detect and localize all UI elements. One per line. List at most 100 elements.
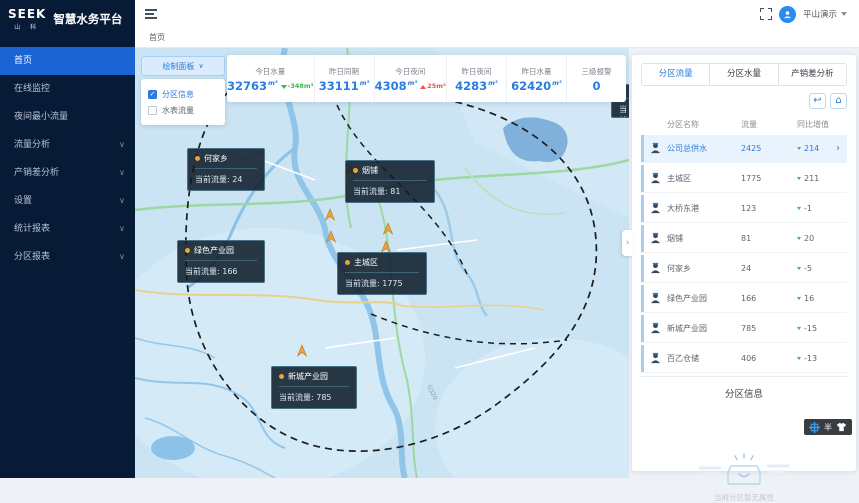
brand-name: SEEK <box>8 7 46 21</box>
partition-delta: -5 <box>804 264 812 273</box>
table-row[interactable]: 大桥东港 123 -1 <box>641 195 847 222</box>
tab-partition-flow[interactable]: 分区流量 <box>642 64 710 85</box>
shirt-icon[interactable] <box>836 422 847 432</box>
sidebar-item-label: 流量分析 <box>14 140 50 150</box>
flow-label: 当前流量: <box>619 105 629 118</box>
partition-flow: 166 <box>741 294 797 303</box>
bubble-name: 新城产业园 <box>288 371 328 382</box>
brand-sub: 山 科 <box>14 22 40 31</box>
stat-delta: 25m³ <box>427 83 446 90</box>
crosshair-icon[interactable] <box>809 422 820 433</box>
stat-today-volume: 今日水量 32763m³ -348m³ <box>227 55 315 102</box>
sidebar-item-statistics-report[interactable]: 统计报表 ∨ <box>0 215 135 243</box>
checkbox-unchecked-icon[interactable] <box>148 106 157 115</box>
stat-value: 62420 <box>511 81 551 93</box>
sidebar-item-home[interactable]: 首页 <box>0 47 135 75</box>
half-label[interactable]: 半 <box>824 422 832 433</box>
chevron-down-icon: ∨ <box>119 187 125 215</box>
map-bubble-hejiaxiang[interactable]: 何家乡 当前流量: 24 <box>187 148 265 191</box>
table-row[interactable]: 何家乡 24 -5 <box>641 255 847 282</box>
col-yoy-delta: 同比增值 <box>797 119 829 130</box>
partition-name: 百乙仓储 <box>667 353 741 364</box>
stat-label: 今日水量 <box>255 66 285 77</box>
partition-name: 新城产业园 <box>667 323 741 334</box>
partition-name: 大桥东港 <box>667 203 741 214</box>
stat-value: 4283 <box>455 81 487 93</box>
sidebar-collapse-icon[interactable] <box>145 9 157 19</box>
partition-flow: 123 <box>741 204 797 213</box>
table-row[interactable]: 新城产业园 785 -15 <box>641 315 847 342</box>
sidebar: SEEK 山 科 智慧水务平台 首页 在线监控 夜间最小流量 流量分析 ∨ 产销… <box>0 0 135 478</box>
stat-value: 4308 <box>375 81 407 93</box>
sidebar-item-flow-analysis[interactable]: 流量分析 ∨ <box>0 131 135 159</box>
col-flow: 流量 <box>741 119 797 130</box>
table-row[interactable]: 烟铺 81 20 <box>641 225 847 252</box>
map-bubble-yanpu[interactable]: 烟铺 当前流量: 81 <box>345 160 435 203</box>
table-row[interactable]: 绿色产业园 166 16 <box>641 285 847 312</box>
stat-label: 今日夜间 <box>395 66 425 77</box>
tab-label: 分区水量 <box>727 69 761 79</box>
partition-flow: 785 <box>741 324 797 333</box>
flow-label: 当前流量: <box>195 175 230 184</box>
draw-panel-button[interactable]: 绘制面板 ∨ <box>141 56 225 76</box>
flow-label: 当前流量: <box>279 393 314 402</box>
layer-option-partition-info[interactable]: ✓ 分区信息 <box>148 86 218 102</box>
map-bubble-main-city[interactable]: 主城区 当前流量: 1775 <box>337 252 427 295</box>
layer-option-label: 水表流量 <box>162 105 194 116</box>
partition-info-title: 分区信息 <box>641 377 847 400</box>
tab-partition-volume[interactable]: 分区水量 <box>710 64 778 85</box>
draw-panel-label: 绘制面板 <box>162 61 194 72</box>
home-button[interactable]: ⌂ <box>830 93 847 109</box>
user-menu[interactable]: 平山演示 <box>803 8 847 20</box>
back-button[interactable]: ↩ <box>809 93 826 109</box>
sidebar-item-label: 夜间最小流量 <box>14 112 68 122</box>
right-panel: 分区流量 分区水量 产销差分析 ↩ ⌂ 分区名称 流量 同比增值 公司总供水 2… <box>632 55 856 471</box>
sidebar-item-night-min-flow[interactable]: 夜间最小流量 <box>0 103 135 131</box>
layer-option-label: 分区信息 <box>162 89 194 100</box>
breadcrumb-bar: 首页 <box>135 28 859 48</box>
partition-flow: 406 <box>741 354 797 363</box>
decrease-icon <box>281 85 287 89</box>
layer-option-meter-flow[interactable]: 水表流量 <box>148 102 218 118</box>
partition-delta: -15 <box>804 324 817 333</box>
back-icon: ↩ <box>813 95 821 106</box>
caret-down-icon <box>841 12 847 16</box>
sidebar-item-settings[interactable]: 设置 ∨ <box>0 187 135 215</box>
decrease-icon <box>797 297 801 300</box>
sidebar-item-label: 分区报表 <box>14 252 50 262</box>
layer-options-card: ✓ 分区信息 水表流量 <box>141 79 225 125</box>
flow-value: 1775 <box>382 279 402 288</box>
user-icon <box>783 10 792 19</box>
stat-level3-alarms: 三级报警 0 <box>567 55 626 102</box>
table-row[interactable]: 公司总供水 2425 214 › <box>641 135 847 162</box>
sidebar-item-online-monitoring[interactable]: 在线监控 <box>0 75 135 103</box>
stat-label: 昨日夜间 <box>461 66 491 77</box>
table-header: 分区名称 流量 同比增值 <box>641 113 847 135</box>
sidebar-item-nrw-analysis[interactable]: 产销差分析 ∨ <box>0 159 135 187</box>
decrease-icon <box>797 357 801 360</box>
stat-label: 昨日水量 <box>521 66 551 77</box>
partition-delta: 214 <box>804 144 819 153</box>
map-bubble-new-city-industrial-park[interactable]: 新城产业园 当前流量: 785 <box>271 366 357 409</box>
panel-collapse-handle[interactable]: › <box>622 230 633 256</box>
panel-toolbar: ↩ ⌂ <box>641 93 847 109</box>
table-row[interactable]: 主城区 1775 211 <box>641 165 847 192</box>
table-row[interactable]: 百乙仓储 406 -13 <box>641 345 847 372</box>
decrease-icon <box>797 207 801 210</box>
screenshot-tool-overlay[interactable]: 半 <box>804 419 852 435</box>
stat-delta: -348m³ <box>288 83 314 90</box>
user-name: 平山演示 <box>803 8 837 20</box>
stat-unit: m³ <box>408 80 418 87</box>
tab-nrw-analysis[interactable]: 产销差分析 <box>779 64 846 85</box>
avatar[interactable] <box>779 6 796 23</box>
flow-label: 当前流量: <box>353 187 388 196</box>
breadcrumb: 首页 <box>135 32 165 43</box>
fullscreen-icon[interactable] <box>760 8 772 20</box>
panel-tabs: 分区流量 分区水量 产销差分析 <box>641 63 847 86</box>
decrease-icon <box>797 177 801 180</box>
sidebar-item-label: 在线监控 <box>14 84 50 94</box>
chevron-right-icon[interactable]: › <box>836 143 840 154</box>
map-bubble-green-industrial-park[interactable]: 绿色产业园 当前流量: 166 <box>177 240 265 283</box>
sidebar-item-partition-report[interactable]: 分区报表 ∨ <box>0 243 135 271</box>
checkbox-checked-icon[interactable]: ✓ <box>148 90 157 99</box>
